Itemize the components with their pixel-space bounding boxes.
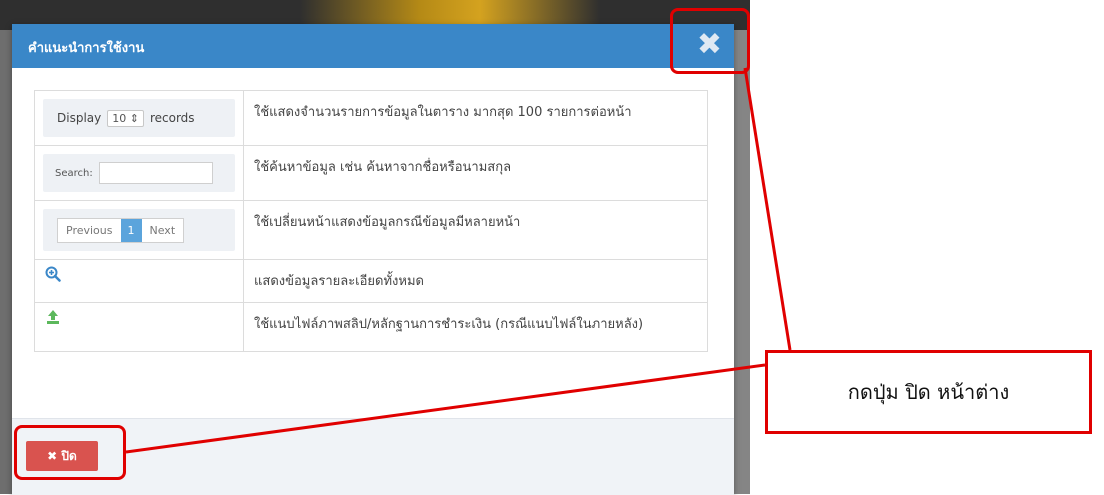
annotation-callout: กดปุ่ม ปิด หน้าต่าง [765,350,1092,434]
